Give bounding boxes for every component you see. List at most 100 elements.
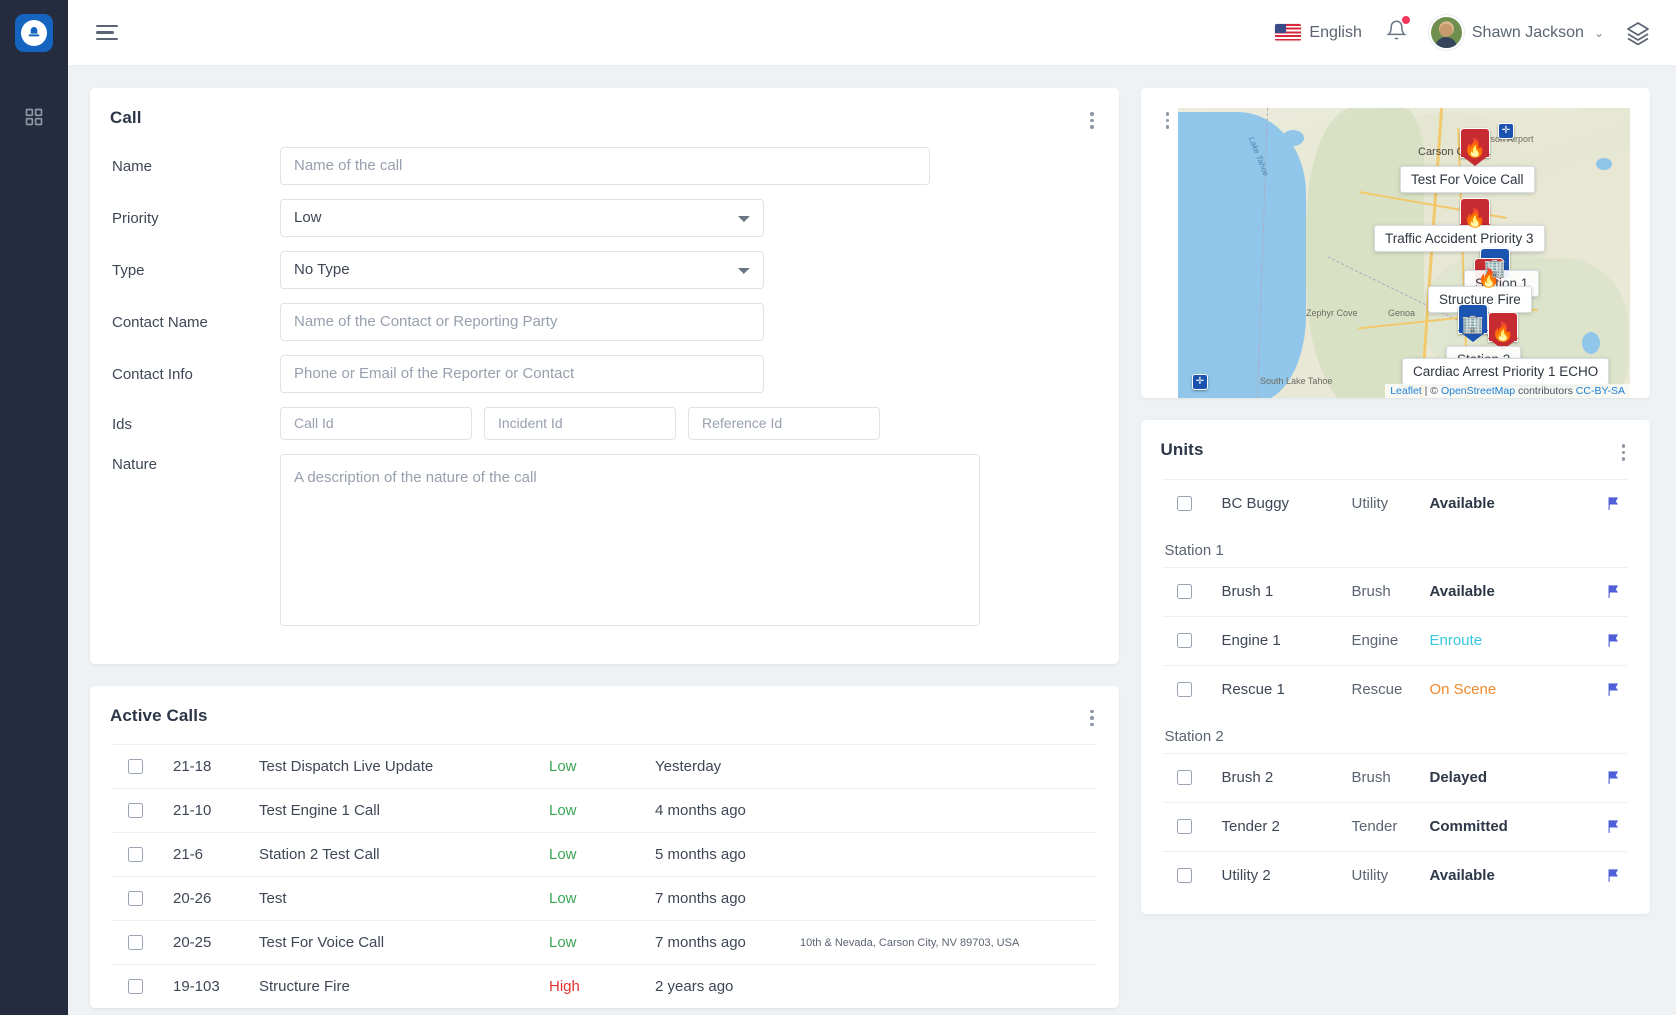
contact-name-label: Contact Name [112, 312, 280, 331]
status-badge: Delayed [1430, 769, 1599, 786]
type-select[interactable]: No Type [280, 251, 764, 289]
unit-flag-button[interactable] [1598, 818, 1628, 835]
notification-badge [1402, 16, 1410, 24]
map-menu-icon[interactable] [1161, 108, 1175, 398]
map-marker-station-2[interactable]: 🏢 [1458, 304, 1488, 342]
leaflet-link[interactable]: Leaflet [1390, 385, 1422, 397]
attribution-contributors: contributors [1515, 385, 1576, 397]
call-priority: Low [549, 846, 655, 863]
unit-checkbox[interactable] [1177, 496, 1192, 511]
status-badge: On Scene [1430, 681, 1599, 698]
call-time: 5 months ago [655, 846, 800, 863]
map-water-3 [1290, 212, 1302, 222]
unit-checkbox[interactable] [1177, 868, 1192, 883]
incident-id-input[interactable] [484, 407, 676, 440]
license-link[interactable]: CC-BY-SA [1576, 385, 1625, 397]
left-column: Call Name Priority Low [90, 88, 1119, 1015]
user-menu[interactable]: Shawn Jackson ⌄ [1431, 17, 1604, 48]
priority-label: Priority [112, 208, 280, 227]
dispatch-map[interactable]: Lake Tahoe Carson City Carson Airport Ze… [1178, 108, 1630, 398]
contact-info-input[interactable] [280, 355, 764, 393]
call-id-input[interactable] [280, 407, 472, 440]
app-logo[interactable] [15, 14, 53, 52]
active-calls-menu-icon[interactable] [1085, 706, 1099, 731]
unit-row[interactable]: BC BuggyUtilityAvailable [1163, 479, 1629, 528]
field-row-name: Name [112, 147, 1097, 185]
language-selector[interactable]: English [1275, 24, 1361, 42]
app-root: English Shawn Jackson ⌄ [0, 0, 1676, 1015]
call-name: Test Dispatch Live Update [259, 758, 549, 775]
main-area: English Shawn Jackson ⌄ [68, 0, 1676, 1015]
unit-checkbox[interactable] [1177, 770, 1192, 785]
map-marker-call-4[interactable]: 🔥 [1488, 312, 1518, 350]
nature-textarea[interactable] [280, 454, 980, 626]
map-terrain-1 [1306, 108, 1424, 398]
unit-checkbox[interactable] [1177, 633, 1192, 648]
unit-name: Utility 2 [1222, 867, 1352, 884]
table-row[interactable]: 21-10Test Engine 1 CallLow4 months ago [112, 788, 1097, 832]
call-number: 19-103 [173, 978, 259, 995]
call-time: 7 months ago [655, 934, 800, 951]
unit-flag-button[interactable] [1598, 632, 1628, 649]
contact-info-label: Contact Info [112, 364, 280, 383]
unit-row[interactable]: Rescue 1RescueOn Scene [1163, 665, 1629, 714]
unit-row[interactable]: Brush 1BrushAvailable [1163, 567, 1629, 616]
unit-row[interactable]: Tender 2TenderCommitted [1163, 802, 1629, 851]
table-row[interactable]: 19-103Structure FireHigh2 years ago [112, 964, 1097, 1008]
row-checkbox[interactable] [128, 935, 143, 950]
active-calls-list: 21-18Test Dispatch Live UpdateLowYesterd… [90, 730, 1119, 1008]
call-time: 7 months ago [655, 890, 800, 907]
call-card: Call Name Priority Low [90, 88, 1119, 664]
unit-flag-button[interactable] [1598, 769, 1628, 786]
call-name-input[interactable] [280, 147, 930, 185]
call-card-menu-icon[interactable] [1085, 108, 1099, 133]
units-header: Units [1141, 420, 1651, 465]
unit-type: Utility [1352, 495, 1430, 512]
attribution-separator: | © [1422, 385, 1441, 397]
notifications-button[interactable] [1384, 17, 1409, 48]
map-label-south-lake-tahoe: South Lake Tahoe [1260, 376, 1332, 386]
row-checkbox[interactable] [128, 759, 143, 774]
row-checkbox[interactable] [128, 979, 143, 994]
layers-button[interactable] [1626, 21, 1650, 45]
active-calls-header: Active Calls [90, 686, 1119, 731]
units-card: Units BC BuggyUtilityAvailableStation 1B… [1141, 420, 1651, 914]
chevron-down-icon: ⌄ [1594, 26, 1604, 40]
unit-flag-button[interactable] [1598, 583, 1628, 600]
map-lake-tahoe [1178, 112, 1306, 398]
row-checkbox[interactable] [128, 891, 143, 906]
row-checkbox[interactable] [128, 803, 143, 818]
table-row[interactable]: 21-6Station 2 Test CallLow5 months ago [112, 832, 1097, 876]
table-row[interactable]: 21-18Test Dispatch Live UpdateLowYesterd… [112, 744, 1097, 788]
menu-toggle-icon[interactable] [90, 19, 124, 47]
openstreetmap-link[interactable]: OpenStreetMap [1441, 385, 1515, 397]
units-menu-icon[interactable] [1617, 440, 1631, 465]
table-row[interactable]: 20-26TestLow7 months ago [112, 876, 1097, 920]
unit-flag-button[interactable] [1598, 681, 1628, 698]
unit-row[interactable]: Engine 1EngineEnroute [1163, 616, 1629, 665]
unit-type: Brush [1352, 583, 1430, 600]
call-name: Test Engine 1 Call [259, 802, 549, 819]
unit-flag-button[interactable] [1598, 495, 1628, 512]
active-calls-card: Active Calls 21-18Test Dispatch Live Upd… [90, 686, 1119, 1009]
flag-icon [1605, 867, 1622, 884]
map-airport-marker[interactable]: ✛ [1498, 123, 1514, 139]
unit-checkbox[interactable] [1177, 682, 1192, 697]
unit-row[interactable]: Brush 2BrushDelayed [1163, 753, 1629, 802]
map-airport-marker-2[interactable]: ✛ [1192, 374, 1208, 390]
priority-select[interactable]: Low [280, 199, 764, 237]
contact-name-input[interactable] [280, 303, 764, 341]
call-priority: Low [549, 802, 655, 819]
sidebar-item-dashboard[interactable] [0, 94, 68, 140]
row-checkbox[interactable] [128, 847, 143, 862]
unit-checkbox[interactable] [1177, 819, 1192, 834]
unit-row[interactable]: Utility 2UtilityAvailable [1163, 851, 1629, 900]
map-label-zephyr-cove: Zephyr Cove [1306, 308, 1358, 318]
unit-flag-button[interactable] [1598, 867, 1628, 884]
table-row[interactable]: 20-25Test For Voice CallLow7 months ago1… [112, 920, 1097, 964]
grid-icon [24, 107, 44, 127]
unit-checkbox[interactable] [1177, 584, 1192, 599]
map-marker-call-1[interactable]: 🔥 [1460, 128, 1490, 166]
reference-id-input[interactable] [688, 407, 880, 440]
flag-icon [1605, 583, 1622, 600]
